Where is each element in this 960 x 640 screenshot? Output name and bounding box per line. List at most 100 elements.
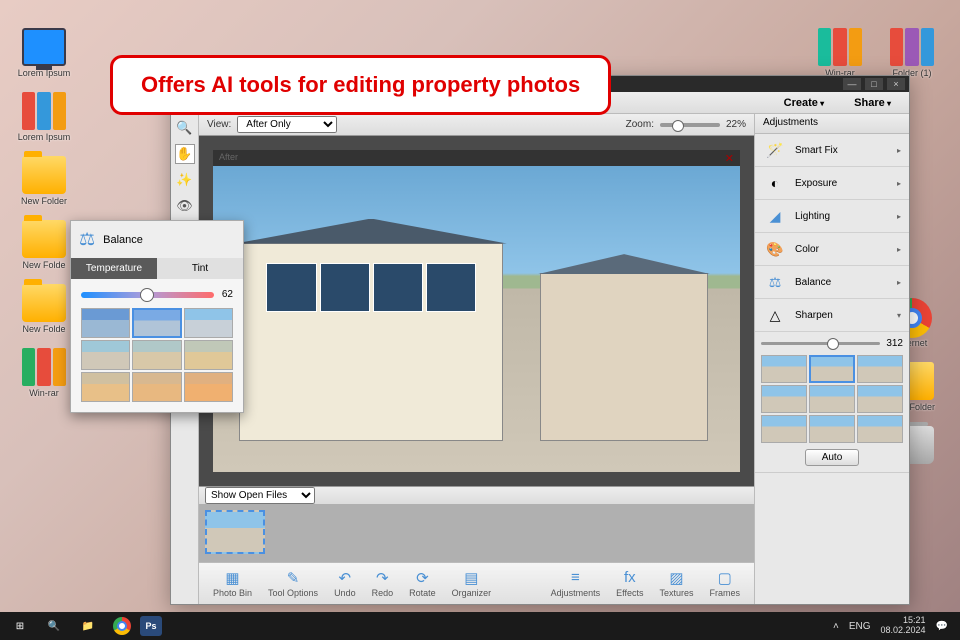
desktop-icon-folder-1[interactable]: New Folder	[14, 156, 74, 206]
image-mode-label: After	[219, 152, 238, 162]
tool-options-icon: ✎	[284, 569, 302, 587]
sharpen-preset[interactable]	[857, 355, 903, 383]
app-window: — □ × Create Share 🔍 ✋ ✨ 👁 View: After O…	[170, 75, 910, 605]
effects-button[interactable]: fxEffects	[608, 567, 651, 600]
start-button[interactable]: ⊞	[4, 614, 36, 638]
sharpen-value: 312	[886, 338, 903, 349]
balance-preset[interactable]	[184, 372, 233, 402]
balance-preset[interactable]	[81, 340, 130, 370]
system-tray: ˄ ENG 15:21 08.02.2024 💬	[825, 616, 956, 636]
image-frame[interactable]: After ✕	[213, 150, 740, 472]
textures-icon: ▨	[667, 569, 685, 587]
sharpen-preset[interactable]	[857, 415, 903, 443]
balance-tabs: Temperature Tint	[71, 258, 243, 279]
effects-icon: fx	[621, 569, 639, 587]
hand-tool-icon[interactable]: ✋	[175, 144, 195, 164]
sharpen-slider[interactable]	[761, 342, 880, 345]
desktop-icon-folder-2[interactable]: New Folde	[14, 220, 74, 270]
zoom-slider[interactable]	[660, 123, 720, 127]
create-button[interactable]: Create	[774, 95, 835, 111]
minimize-button[interactable]: —	[843, 78, 861, 90]
filmstrip-dropdown[interactable]: Show Open Files	[205, 487, 315, 504]
chevron-right-icon: ▸	[897, 179, 901, 188]
right-panel: Adjustments 🪄Smart Fix▸ ◐Exposure▸ ◢Ligh…	[754, 114, 909, 604]
house-photo	[213, 166, 740, 472]
maximize-button[interactable]: □	[865, 78, 883, 90]
organizer-icon: ▤	[462, 569, 480, 587]
photo-bin-icon: ▦	[224, 569, 242, 587]
desktop-icon-winrar-2[interactable]: Win-rar	[810, 28, 870, 78]
adj-lighting[interactable]: ◢Lighting▸	[755, 200, 909, 233]
redo-button[interactable]: ↷Redo	[364, 567, 402, 600]
file-explorer-button[interactable]: 📁	[72, 614, 104, 638]
close-image-icon[interactable]: ✕	[725, 152, 734, 165]
photo-bin-button[interactable]: ▦Photo Bin	[205, 567, 260, 600]
adjustments-button[interactable]: ≡Adjustments	[543, 567, 609, 600]
balance-preset[interactable]	[132, 372, 181, 402]
taskbar-clock[interactable]: 15:21 08.02.2024	[881, 616, 926, 636]
tab-tint[interactable]: Tint	[157, 258, 243, 279]
balance-thumb-grid	[81, 308, 233, 402]
adj-exposure[interactable]: ◐Exposure▸	[755, 167, 909, 200]
adj-sharpen[interactable]: △Sharpen▾	[755, 299, 909, 332]
textures-button[interactable]: ▨Textures	[651, 567, 701, 600]
center-area: View: After Only Zoom: 22% After ✕	[199, 114, 754, 604]
organizer-button[interactable]: ▤Organizer	[444, 567, 500, 600]
desktop-icon-books[interactable]: Lorem Ipsum	[14, 92, 74, 142]
close-button[interactable]: ×	[887, 78, 905, 90]
adj-balance[interactable]: ⚖Balance▸	[755, 266, 909, 299]
redo-icon: ↷	[373, 569, 391, 587]
share-button[interactable]: Share	[844, 95, 901, 111]
balance-preset[interactable]	[132, 340, 181, 370]
sharpen-preset[interactable]	[761, 415, 807, 443]
auto-button[interactable]: Auto	[805, 449, 860, 466]
balance-preset[interactable]	[184, 308, 233, 338]
view-dropdown[interactable]: After Only	[237, 116, 337, 133]
balance-preset[interactable]	[81, 308, 130, 338]
right-panel-header: Adjustments	[755, 114, 909, 134]
adj-smart-fix[interactable]: 🪄Smart Fix▸	[755, 134, 909, 167]
undo-button[interactable]: ↶Undo	[326, 567, 364, 600]
adj-color[interactable]: 🎨Color▸	[755, 233, 909, 266]
tray-language[interactable]: ENG	[849, 621, 871, 632]
temperature-slider[interactable]	[81, 292, 214, 298]
sharpen-preset[interactable]	[761, 355, 807, 383]
desktop-icon-folder-3[interactable]: New Folde	[14, 284, 74, 334]
balance-preset[interactable]	[184, 340, 233, 370]
chevron-right-icon: ▸	[897, 212, 901, 221]
tray-chevron-icon[interactable]: ˄	[833, 621, 839, 632]
adjustments-icon: ≡	[566, 569, 584, 587]
redeye-tool-icon[interactable]: 👁	[175, 196, 195, 216]
balance-preset[interactable]	[132, 308, 181, 338]
balance-popup-header: ⚖ Balance	[71, 221, 243, 258]
zoom-tool-icon[interactable]: 🔍	[175, 118, 195, 138]
balance-preset[interactable]	[81, 372, 130, 402]
chrome-taskbar-button[interactable]: .taskbar .chrome-icn::after{inset:4px;bo…	[106, 614, 138, 638]
photoshop-taskbar-button[interactable]: Ps	[140, 616, 162, 636]
desktop-icon-winrar[interactable]: Win-rar	[14, 348, 74, 398]
sharpen-thumb-grid	[761, 355, 903, 443]
chevron-right-icon: ▸	[897, 245, 901, 254]
search-button[interactable]: 🔍	[38, 614, 70, 638]
desktop-icon-folder-r[interactable]: Folder (1)	[882, 28, 942, 78]
sharpen-preset[interactable]	[809, 415, 855, 443]
undo-icon: ↶	[336, 569, 354, 587]
quick-select-tool-icon[interactable]: ✨	[175, 170, 195, 190]
balance-icon: ⚖	[79, 229, 95, 250]
balance-icon: ⚖	[763, 272, 787, 292]
smart-fix-icon: 🪄	[763, 140, 787, 160]
filmstrip-thumb[interactable]	[205, 510, 265, 554]
sharpen-preset[interactable]	[809, 385, 855, 413]
sharpen-preset[interactable]	[857, 385, 903, 413]
sharpen-preset[interactable]	[761, 385, 807, 413]
filmstrip-bar: Show Open Files	[199, 486, 754, 504]
rotate-button[interactable]: ⟳Rotate	[401, 567, 444, 600]
sharpen-icon: △	[763, 305, 787, 325]
notifications-icon[interactable]: 💬	[936, 621, 948, 632]
desktop-icon-pc[interactable]: Lorem Ipsum	[14, 28, 74, 78]
sharpen-preset[interactable]	[809, 355, 855, 383]
frames-button[interactable]: ▢Frames	[701, 567, 748, 600]
tool-options-button[interactable]: ✎Tool Options	[260, 567, 326, 600]
tab-temperature[interactable]: Temperature	[71, 258, 157, 279]
callout-banner: Offers AI tools for editing property pho…	[110, 55, 611, 115]
